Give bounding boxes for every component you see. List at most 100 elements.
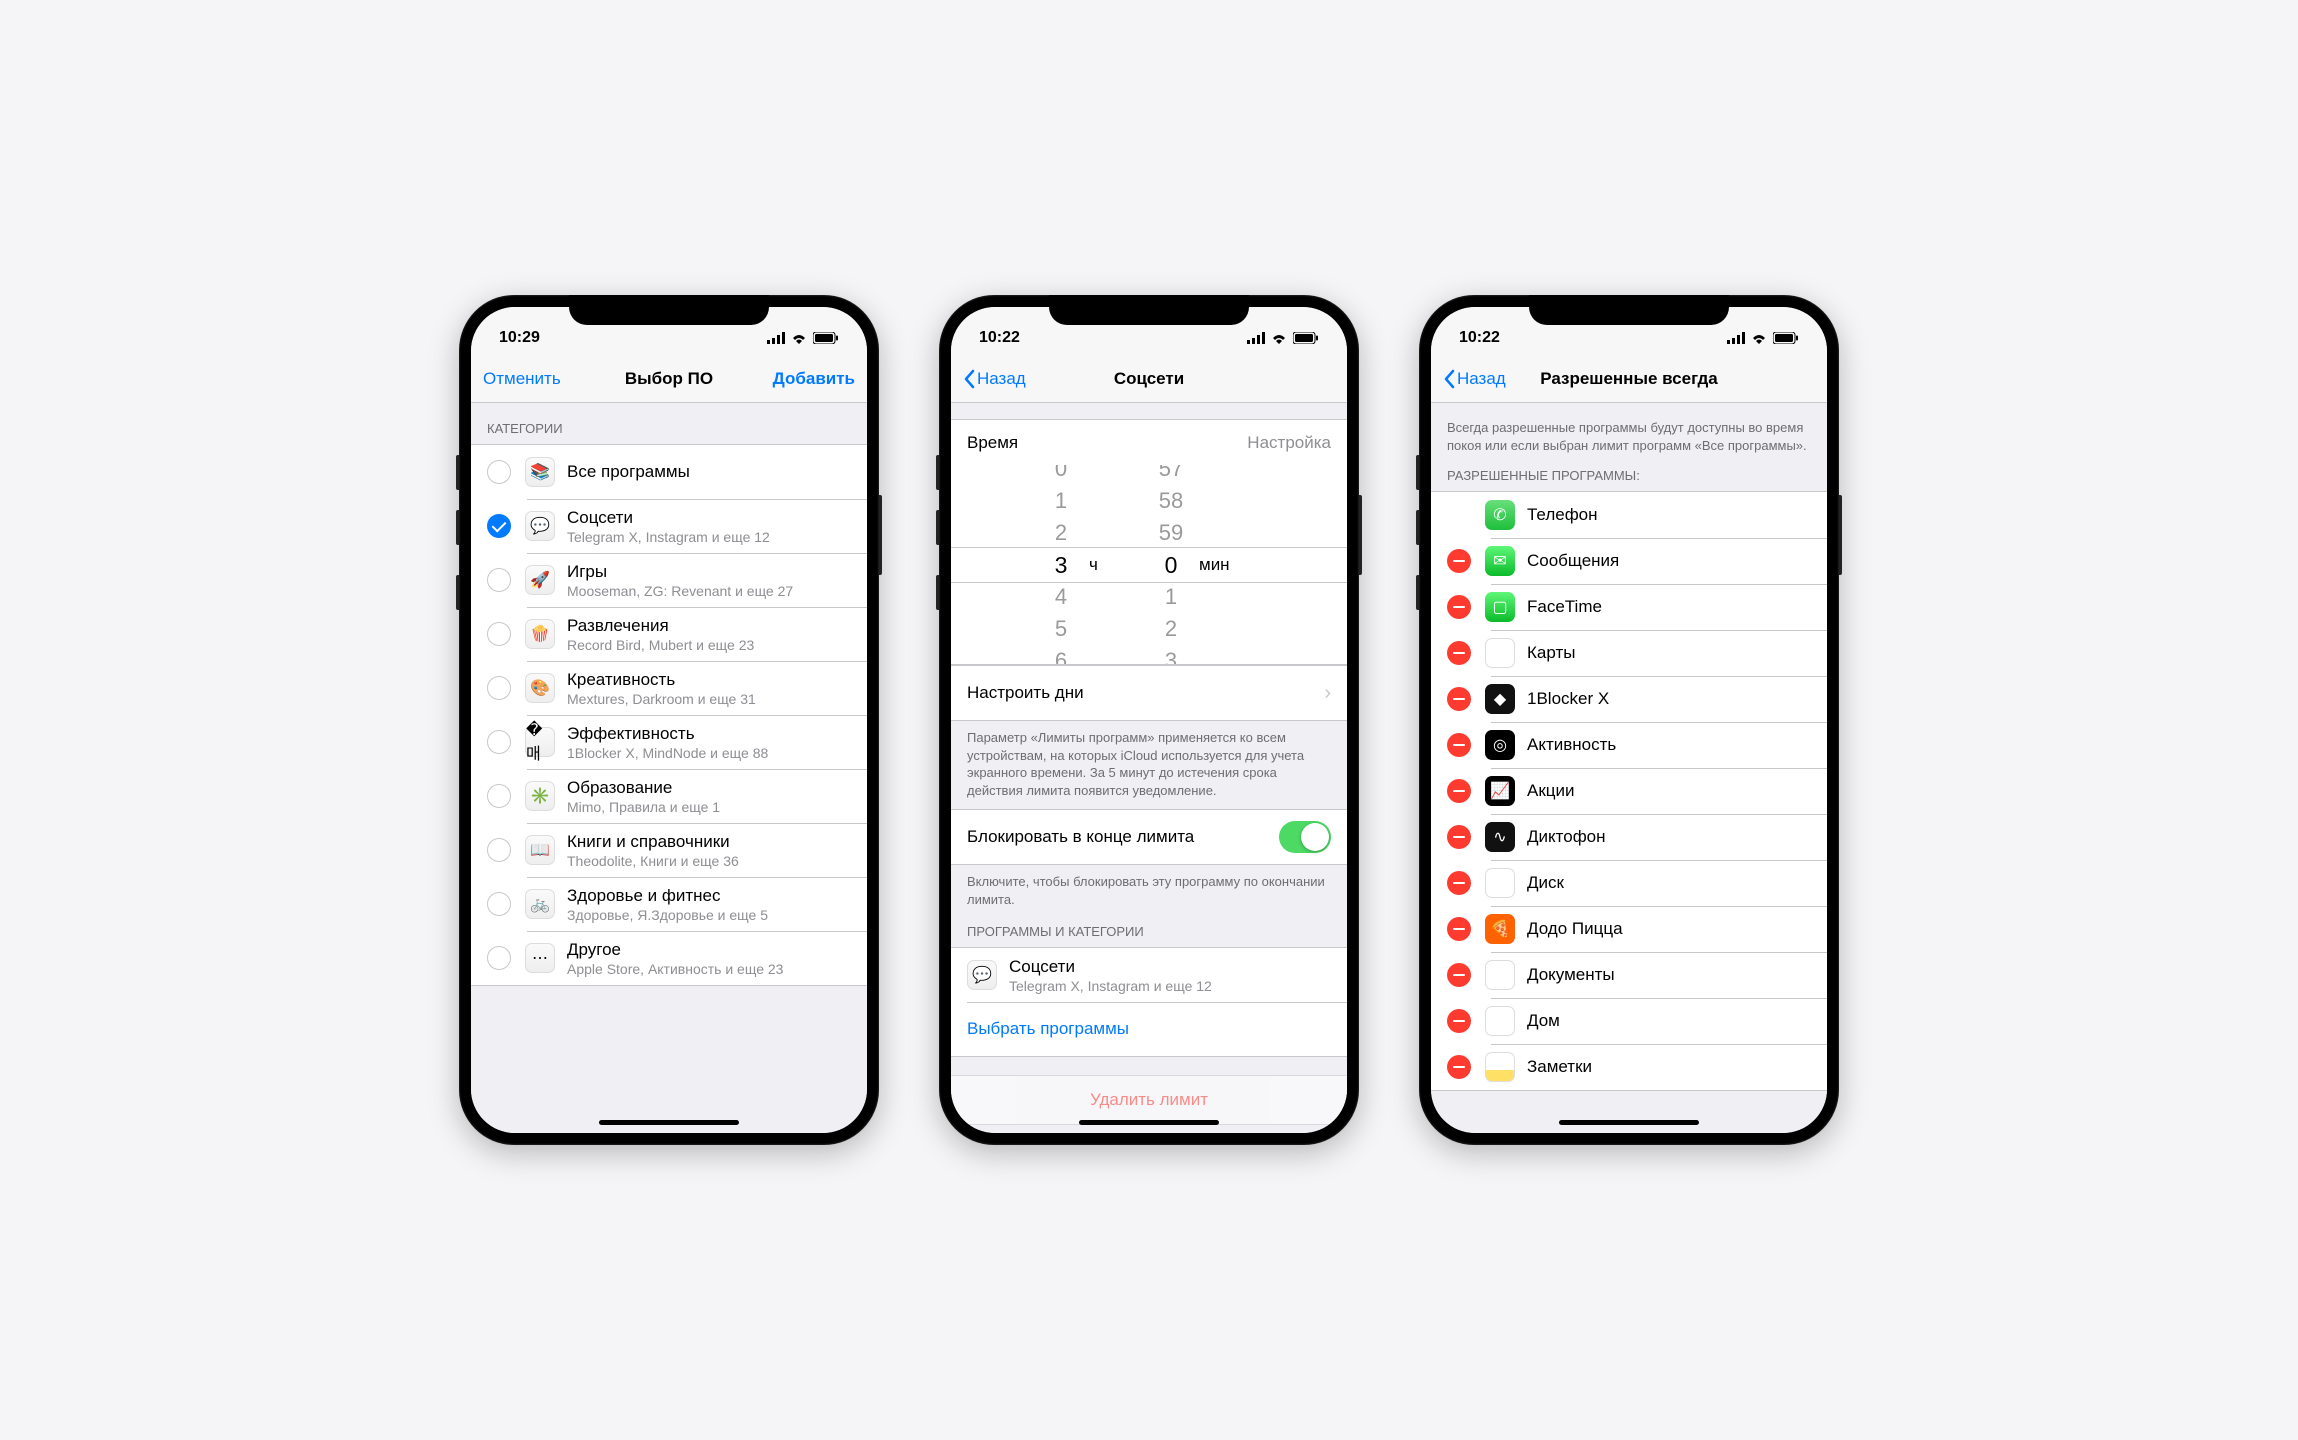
category-subtitle: Theodolite, Книги и еще 36	[567, 853, 851, 869]
remove-button[interactable]	[1447, 917, 1471, 941]
remove-button[interactable]	[1447, 687, 1471, 711]
check-circle[interactable]	[487, 892, 511, 916]
remove-button[interactable]	[1447, 779, 1471, 803]
home-indicator[interactable]	[1559, 1120, 1699, 1125]
app-title: Телефон	[1527, 505, 1598, 525]
app-icon: ▲	[1485, 868, 1515, 898]
category-icon: 🚲	[525, 889, 555, 919]
category-row[interactable]: �매Эффективность1Blocker X, MindNode и ещ…	[471, 715, 867, 769]
battery-icon	[1773, 332, 1799, 344]
remove-button[interactable]	[1447, 641, 1471, 665]
social-icon: 💬	[967, 960, 997, 990]
check-circle[interactable]	[487, 676, 511, 700]
add-button[interactable]: Добавить	[773, 369, 855, 389]
remove-button[interactable]	[1447, 871, 1471, 895]
app-title: Документы	[1527, 965, 1615, 985]
category-row[interactable]: ⋯ДругоеApple Store, Активность и еще 23	[471, 931, 867, 985]
hours-wheel[interactable]: 0123456ч	[1041, 465, 1081, 664]
remove-button[interactable]	[1447, 1055, 1471, 1079]
app-title: Заметки	[1527, 1057, 1592, 1077]
category-row[interactable]: 🚀ИгрыMooseman, ZG: Revenant и еще 27	[471, 553, 867, 607]
minutes-wheel[interactable]: 5758590123мин	[1151, 465, 1191, 664]
app-title: Дом	[1527, 1011, 1560, 1031]
category-row[interactable]: 📚Все программы	[471, 445, 867, 499]
choose-apps-row[interactable]: Выбрать программы	[951, 1002, 1347, 1056]
allowed-app-row: Заметки	[1431, 1044, 1827, 1090]
category-icon: 🚀	[525, 565, 555, 595]
chevron-left-icon	[963, 369, 975, 389]
check-circle[interactable]	[487, 460, 511, 484]
app-title: Диск	[1527, 873, 1564, 893]
section-header-apps: ПРОГРАММЫ И КАТЕГОРИИ	[951, 918, 1347, 947]
remove-button[interactable]	[1447, 963, 1471, 987]
signal-icon	[1727, 332, 1745, 344]
status-time: 10:29	[499, 329, 540, 347]
remove-button[interactable]	[1447, 549, 1471, 573]
category-subtitle: Mimo, Правила и еще 1	[567, 799, 851, 815]
category-icon: 🍿	[525, 619, 555, 649]
check-circle[interactable]	[487, 730, 511, 754]
app-title: Акции	[1527, 781, 1575, 801]
check-circle[interactable]	[487, 784, 511, 808]
screen-limit-settings: 10:22 Назад Соцсети Время Настройка	[951, 307, 1347, 1133]
app-title: Диктофон	[1527, 827, 1606, 847]
back-button[interactable]: Назад	[963, 369, 1026, 389]
check-circle[interactable]	[487, 514, 511, 538]
category-row[interactable]: ✳️ОбразованиеMimo, Правила и еще 1	[471, 769, 867, 823]
app-title: Сообщения	[1527, 551, 1619, 571]
cancel-button[interactable]: Отменить	[483, 369, 561, 389]
check-circle[interactable]	[487, 838, 511, 862]
section-header-allowed: РАЗРЕШЕННЫЕ ПРОГРАММЫ:	[1431, 464, 1827, 491]
category-row[interactable]: 💬СоцсетиTelegram X, Instagram и еще 12	[471, 499, 867, 553]
app-icon: 🗺	[1485, 638, 1515, 668]
phone-mockup-3: 10:22 Назад Разрешенные всегда Всегда ра…	[1419, 295, 1839, 1145]
category-title: Образование	[567, 778, 851, 798]
category-subtitle: Apple Store, Активность и еще 23	[567, 961, 851, 977]
allowed-apps-list: ✆Телефон✉Сообщения▢FaceTime🗺Карты◆1Block…	[1431, 491, 1827, 1091]
app-icon: ◆	[1485, 684, 1515, 714]
block-switch[interactable]	[1279, 821, 1331, 853]
category-list: 📚Все программы💬СоцсетиTelegram X, Instag…	[471, 444, 867, 986]
check-circle[interactable]	[487, 946, 511, 970]
home-indicator[interactable]	[599, 1120, 739, 1125]
remove-button[interactable]	[1447, 825, 1471, 849]
home-indicator[interactable]	[1079, 1120, 1219, 1125]
category-title: Все программы	[567, 462, 851, 482]
check-circle[interactable]	[487, 622, 511, 646]
screen-always-allowed: 10:22 Назад Разрешенные всегда Всегда ра…	[1431, 307, 1827, 1133]
time-picker[interactable]: 0123456ч 5758590123мин	[951, 465, 1347, 665]
app-icon: 📈	[1485, 776, 1515, 806]
app-title: Карты	[1527, 643, 1575, 663]
notch	[569, 295, 769, 325]
nav-bar: Назад Разрешенные всегда	[1431, 355, 1827, 403]
back-button[interactable]: Назад	[1443, 369, 1506, 389]
phone-mockup-2: 10:22 Назад Соцсети Время Настройка	[939, 295, 1359, 1145]
category-title: Креативность	[567, 670, 851, 690]
category-icon: �매	[525, 727, 555, 757]
chevron-right-icon: ›	[1324, 682, 1331, 705]
category-row-social[interactable]: 💬 Соцсети Telegram X, Instagram и еще 12	[951, 948, 1347, 1002]
allowed-app-row: ▢FaceTime	[1431, 584, 1827, 630]
category-row[interactable]: 🍿РазвлеченияRecord Bird, Mubert и еще 23	[471, 607, 867, 661]
footer-note-2: Включите, чтобы блокировать эту программ…	[951, 865, 1347, 918]
wifi-icon	[790, 332, 808, 344]
category-subtitle: Telegram X, Instagram и еще 12	[567, 529, 851, 545]
customize-days-row[interactable]: Настроить дни ›	[951, 666, 1347, 720]
remove-button[interactable]	[1447, 595, 1471, 619]
allowed-app-row: ◆1Blocker X	[1431, 676, 1827, 722]
delete-limit-button[interactable]: Удалить лимит	[951, 1076, 1347, 1124]
remove-button[interactable]	[1447, 733, 1471, 757]
category-title: Здоровье и фитнес	[567, 886, 851, 906]
app-icon	[1485, 1052, 1515, 1082]
app-icon: ▢	[1485, 592, 1515, 622]
category-row[interactable]: 🚲Здоровье и фитнесЗдоровье, Я.Здоровье и…	[471, 877, 867, 931]
app-icon: ✆	[1485, 500, 1515, 530]
chevron-left-icon	[1443, 369, 1455, 389]
category-row[interactable]: 🎨КреативностьMextures, Darkroom и еще 31	[471, 661, 867, 715]
block-at-end-row: Блокировать в конце лимита	[951, 810, 1347, 864]
intro-text: Всегда разрешенные программы будут досту…	[1431, 403, 1827, 464]
remove-button[interactable]	[1447, 1009, 1471, 1033]
check-circle[interactable]	[487, 568, 511, 592]
category-icon: 📖	[525, 835, 555, 865]
category-row[interactable]: 📖Книги и справочникиTheodolite, Книги и …	[471, 823, 867, 877]
